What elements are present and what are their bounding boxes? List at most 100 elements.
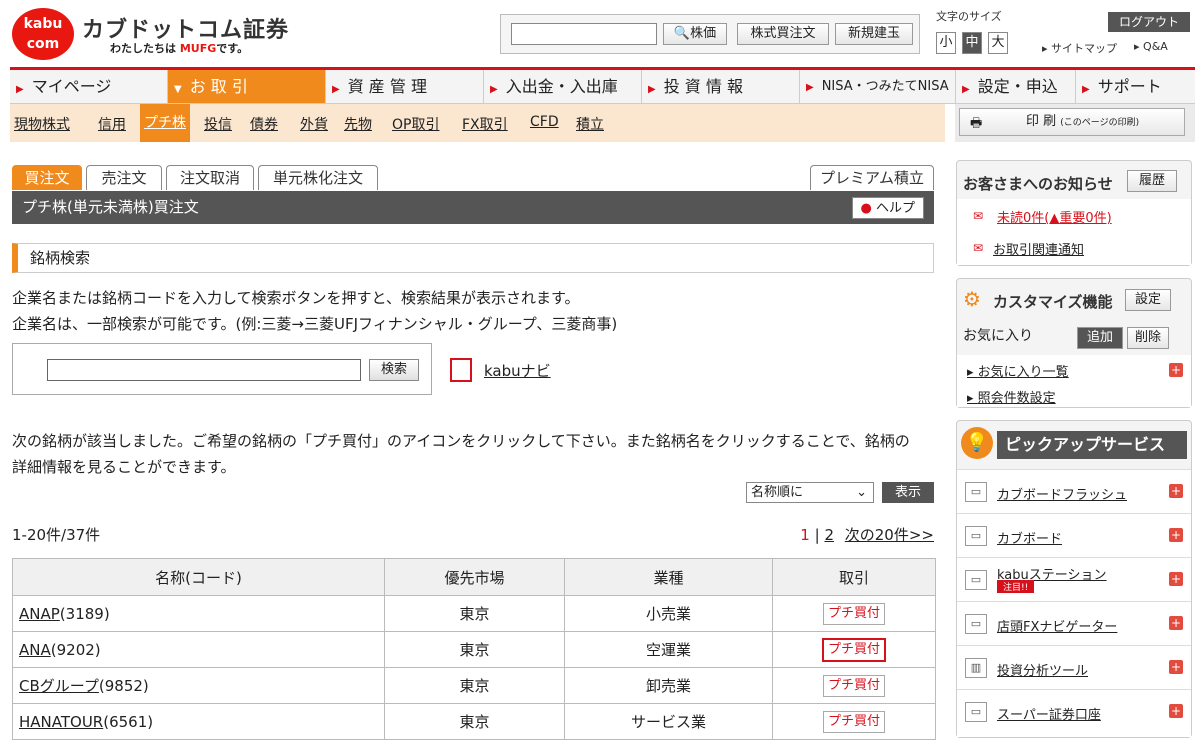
expand-icon[interactable]: +	[1169, 363, 1183, 377]
help-button[interactable]: ● ヘルプ	[851, 197, 924, 219]
nav-assets[interactable]: ▶ 資 産 管 理	[326, 70, 484, 103]
service-item[interactable]: ▭ 店頭FXナビゲーター +	[957, 601, 1191, 645]
subnav-spot-stocks[interactable]: 現物株式	[14, 114, 70, 134]
stock-name-link[interactable]: ANAP	[19, 605, 60, 623]
kabu-navi-icon[interactable]	[450, 358, 472, 382]
unread-link[interactable]: 未読0件(▲重要0件)	[997, 207, 1112, 226]
nav-deposit[interactable]: ▶ 入出金・入出庫	[484, 70, 642, 103]
print-button[interactable]: 🖶 印 刷 (このページの印刷)	[959, 108, 1185, 136]
notice-panel: お客さまへのお知らせ 履歴 ✉ 未読0件(▲重要0件) ✉ お取引関連通知	[956, 160, 1192, 266]
subnav-foreign-currency[interactable]: 外貨	[300, 114, 328, 134]
result-description-line-1: 次の銘柄が該当しました。ご希望の銘柄の「プチ買付」のアイコンをクリックして下さい…	[12, 432, 910, 450]
arrow-icon: ▶	[1082, 84, 1090, 95]
main-nav: ▶ マイページ ▼ お 取 引 ▶ 資 産 管 理 ▶ 入出金・入出庫 ▶ 投 資 情 報…	[10, 67, 1195, 104]
sort-select[interactable]: 名称順に ⌄	[746, 482, 874, 503]
petit-buy-button[interactable]: プチ買付	[822, 710, 885, 733]
subnav-accumulation[interactable]: 積立	[576, 114, 604, 134]
show-button[interactable]: 表示	[882, 482, 934, 503]
header-search: 🔍株価 株式買注文 新規建玉	[500, 14, 920, 54]
chevron-down-icon: ▼	[174, 84, 182, 95]
premium-accumulation-button[interactable]: プレミアム積立	[810, 165, 934, 190]
history-button[interactable]: 履歴	[1127, 170, 1177, 192]
nav-trade[interactable]: ▼ お 取 引	[168, 70, 326, 103]
expand-icon[interactable]: +	[1169, 528, 1183, 542]
notice-title: お客さまへのお知らせ	[963, 175, 1113, 193]
next-page-link[interactable]: 次の20件>>	[845, 526, 934, 544]
arrow-icon: ▶	[962, 84, 970, 95]
mail-icon: ✉	[973, 241, 984, 255]
arrow-icon: ▶	[648, 84, 656, 95]
lightbulb-icon: 💡	[961, 427, 993, 459]
petit-buy-button[interactable]: プチ買付	[821, 637, 886, 662]
nav-investment-info[interactable]: ▶ 投 資 情 報	[642, 70, 800, 103]
stock-name-link[interactable]: HANATOUR	[19, 713, 103, 731]
header-search-input[interactable]	[511, 23, 657, 45]
nav-settings[interactable]: ▶ 設定・申込	[956, 70, 1076, 103]
new-position-button[interactable]: 新規建玉	[835, 23, 913, 45]
kabu-navi-link[interactable]: kabuナビ	[484, 360, 551, 381]
subnav-futures[interactable]: 先物	[344, 114, 372, 134]
stock-search-input[interactable]	[47, 359, 361, 381]
font-size-small[interactable]: 小	[936, 32, 956, 54]
service-item[interactable]: ▭ カブボードフラッシュ +	[957, 469, 1191, 513]
add-favorite-button[interactable]: 追加	[1077, 327, 1123, 349]
expand-icon[interactable]: +	[1169, 660, 1183, 674]
header: kabu com カブドットコム証券 わたしたちは MUFGです。 🔍株価 株式買…	[0, 0, 1200, 66]
tab-buy-order[interactable]: 買注文	[12, 165, 82, 190]
tab-cancel-order[interactable]: 注文取消	[166, 165, 254, 190]
page-2-link[interactable]: 2	[824, 526, 834, 544]
subnav-margin[interactable]: 信用	[98, 114, 126, 134]
petit-buy-button[interactable]: プチ買付	[822, 602, 885, 625]
subnav-cfd[interactable]: CFD	[530, 114, 559, 130]
result-description-line-2: 詳細情報を見ることができます。	[12, 458, 236, 476]
subnav-fx[interactable]: FX取引	[462, 114, 508, 134]
subnav-bonds[interactable]: 債券	[250, 114, 278, 134]
search-button[interactable]: 検索	[369, 359, 419, 381]
header-market: 優先市場	[384, 558, 565, 596]
expand-icon[interactable]: +	[1169, 572, 1183, 586]
subnav-petit-stock[interactable]: プチ株	[140, 104, 190, 142]
chart-icon: ▥	[965, 658, 987, 678]
monitor-icon: ▭	[965, 702, 987, 722]
qa-link[interactable]: ▸ Q&A	[1134, 40, 1168, 53]
stock-name-link[interactable]: ANA	[19, 641, 51, 659]
subnav-funds[interactable]: 投信	[204, 114, 232, 134]
nav-support[interactable]: ▶ サポート	[1076, 70, 1194, 103]
arrow-icon: ▶	[16, 84, 24, 95]
font-size-medium[interactable]: 中	[962, 32, 982, 54]
favorites-list-link[interactable]: ▸ お気に入り一覧	[967, 361, 1069, 380]
service-item[interactable]: ▭ kabuステーション 注目!! +	[957, 557, 1191, 601]
stock-price-button[interactable]: 🔍株価	[663, 23, 727, 45]
sitemap-link[interactable]: ▸ サイトマップ	[1042, 40, 1117, 56]
result-count: 1-20件/37件	[12, 526, 101, 544]
trade-notice-link[interactable]: お取引関連通知	[993, 239, 1084, 258]
service-item[interactable]: ▭ スーパー証券口座 +	[957, 689, 1191, 737]
service-item[interactable]: ▭ カブボード +	[957, 513, 1191, 557]
nav-nisa[interactable]: ▶ NISA・つみたてNISA	[800, 70, 956, 103]
description-line-1: 企業名または銘柄コードを入力して検索ボタンを押すと、検索結果が表示されます。	[12, 289, 580, 307]
delete-favorite-button[interactable]: 削除	[1127, 327, 1169, 349]
service-item[interactable]: ▥ 投資分析ツール +	[957, 645, 1191, 689]
pickup-panel: 💡 ピックアップサービス ▭ カブボードフラッシュ + ▭ カブボード + ▭ …	[956, 420, 1192, 738]
monitor-icon: ▭	[965, 482, 987, 502]
buy-order-button[interactable]: 株式買注文	[737, 23, 829, 45]
monitor-icon: ▭	[965, 526, 987, 546]
logout-button[interactable]: ログアウト	[1108, 12, 1190, 32]
attention-badge: 注目!!	[997, 580, 1035, 593]
gear-icon: ⚙	[963, 287, 981, 311]
stock-name-link[interactable]: CBグループ	[19, 677, 99, 695]
subnav-options[interactable]: OP取引	[392, 114, 439, 134]
petit-buy-button[interactable]: プチ買付	[822, 674, 885, 697]
tab-sell-order[interactable]: 売注文	[86, 165, 162, 190]
expand-icon[interactable]: +	[1169, 484, 1183, 498]
page-title-bar: プチ株(単元未満株)買注文 ● ヘルプ	[12, 191, 934, 224]
tab-unit-conversion[interactable]: 単元株化注文	[258, 165, 378, 190]
customize-settings-button[interactable]: 設定	[1125, 289, 1171, 311]
expand-icon[interactable]: +	[1169, 616, 1183, 630]
expand-icon[interactable]: +	[1169, 704, 1183, 718]
font-size-large[interactable]: 大	[988, 32, 1008, 54]
table-row: CBグループ(9852) 東京 卸売業 プチ買付	[12, 667, 936, 704]
nav-mypage[interactable]: ▶ マイページ	[10, 70, 168, 103]
query-settings-link[interactable]: ▸ 照会件数設定	[967, 387, 1056, 406]
kabucom-logo[interactable]: kabu com	[12, 8, 74, 60]
